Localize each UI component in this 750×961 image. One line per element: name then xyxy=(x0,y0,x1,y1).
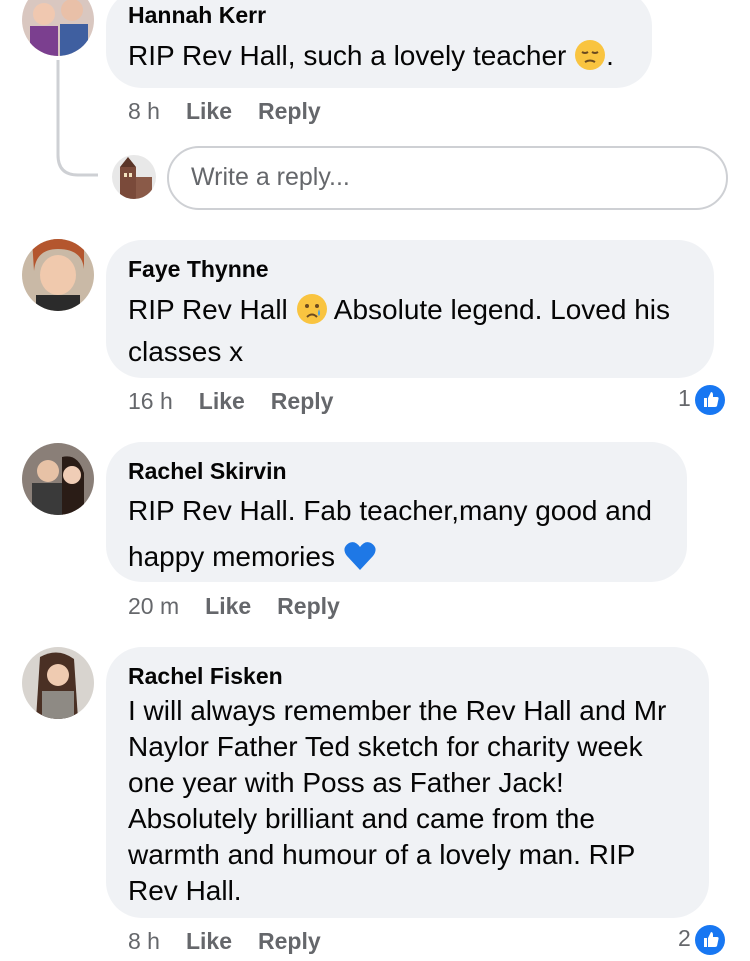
avatar-faye-thynne[interactable] xyxy=(22,239,94,311)
comment-bubble: Rachel Fisken I will always remember the… xyxy=(106,647,709,918)
comment-author[interactable]: Rachel Skirvin xyxy=(128,458,287,485)
reply-input-box[interactable] xyxy=(167,146,728,210)
avatar-hannah-kerr[interactable] xyxy=(22,0,94,56)
like-button[interactable]: Like xyxy=(186,98,232,124)
comment-author[interactable]: Faye Thynne xyxy=(128,256,269,283)
crying-face-emoji xyxy=(296,293,328,334)
thumbs-up-icon xyxy=(694,925,725,955)
comment-text: RIP Rev Hall. Fab teacher,many good and … xyxy=(128,488,667,586)
comment-author[interactable]: Hannah Kerr xyxy=(128,2,266,29)
like-button[interactable]: Like xyxy=(199,388,245,414)
comment-meta: 16 h Like Reply xyxy=(128,388,333,415)
comment-bubble: Rachel Skirvin RIP Rev Hall. Fab teacher… xyxy=(106,442,687,582)
comment-text: RIP Rev Hall, such a lovely teacher . xyxy=(128,38,632,80)
reply-button[interactable]: Reply xyxy=(271,388,334,414)
reaction-count[interactable]: 2 xyxy=(678,925,725,955)
blue-heart-emoji xyxy=(343,540,377,586)
comment-text: I will always remember the Rev Hall and … xyxy=(128,695,667,906)
comment-time[interactable]: 16 h xyxy=(128,388,173,414)
like-button[interactable]: Like xyxy=(186,928,232,954)
like-count: 1 xyxy=(678,385,691,412)
comment-time[interactable]: 20 m xyxy=(128,593,179,619)
thread-connector xyxy=(56,60,98,177)
comment-bubble: Hannah Kerr RIP Rev Hall, such a lovely … xyxy=(106,0,652,88)
reaction-count[interactable]: 1 xyxy=(678,385,725,415)
thumbs-up-icon xyxy=(694,385,725,415)
avatar-rachel-skirvin[interactable] xyxy=(22,443,94,515)
reply-input[interactable] xyxy=(189,162,693,193)
reply-button[interactable]: Reply xyxy=(258,98,321,124)
comment-text: RIP Rev Hall Absolute legend. Loved his … xyxy=(128,293,671,367)
reply-button[interactable]: Reply xyxy=(258,928,321,954)
comment-meta: 8 h Like Reply xyxy=(128,928,321,955)
comment-time[interactable]: 8 h xyxy=(128,98,160,124)
avatar-rachel-fisken[interactable] xyxy=(22,647,94,719)
like-button[interactable]: Like xyxy=(205,593,251,619)
reply-button[interactable]: Reply xyxy=(277,593,340,619)
comment-bubble: Faye Thynne RIP Rev Hall Absolute legend… xyxy=(106,240,714,378)
comment-meta: 8 h Like Reply xyxy=(128,98,321,125)
current-user-avatar xyxy=(112,155,156,199)
comment-time[interactable]: 8 h xyxy=(128,928,160,954)
comment-meta: 20 m Like Reply xyxy=(128,593,340,620)
pensive-face-emoji xyxy=(574,39,606,80)
like-count: 2 xyxy=(678,925,691,952)
comment-author[interactable]: Rachel Fisken xyxy=(128,663,283,690)
